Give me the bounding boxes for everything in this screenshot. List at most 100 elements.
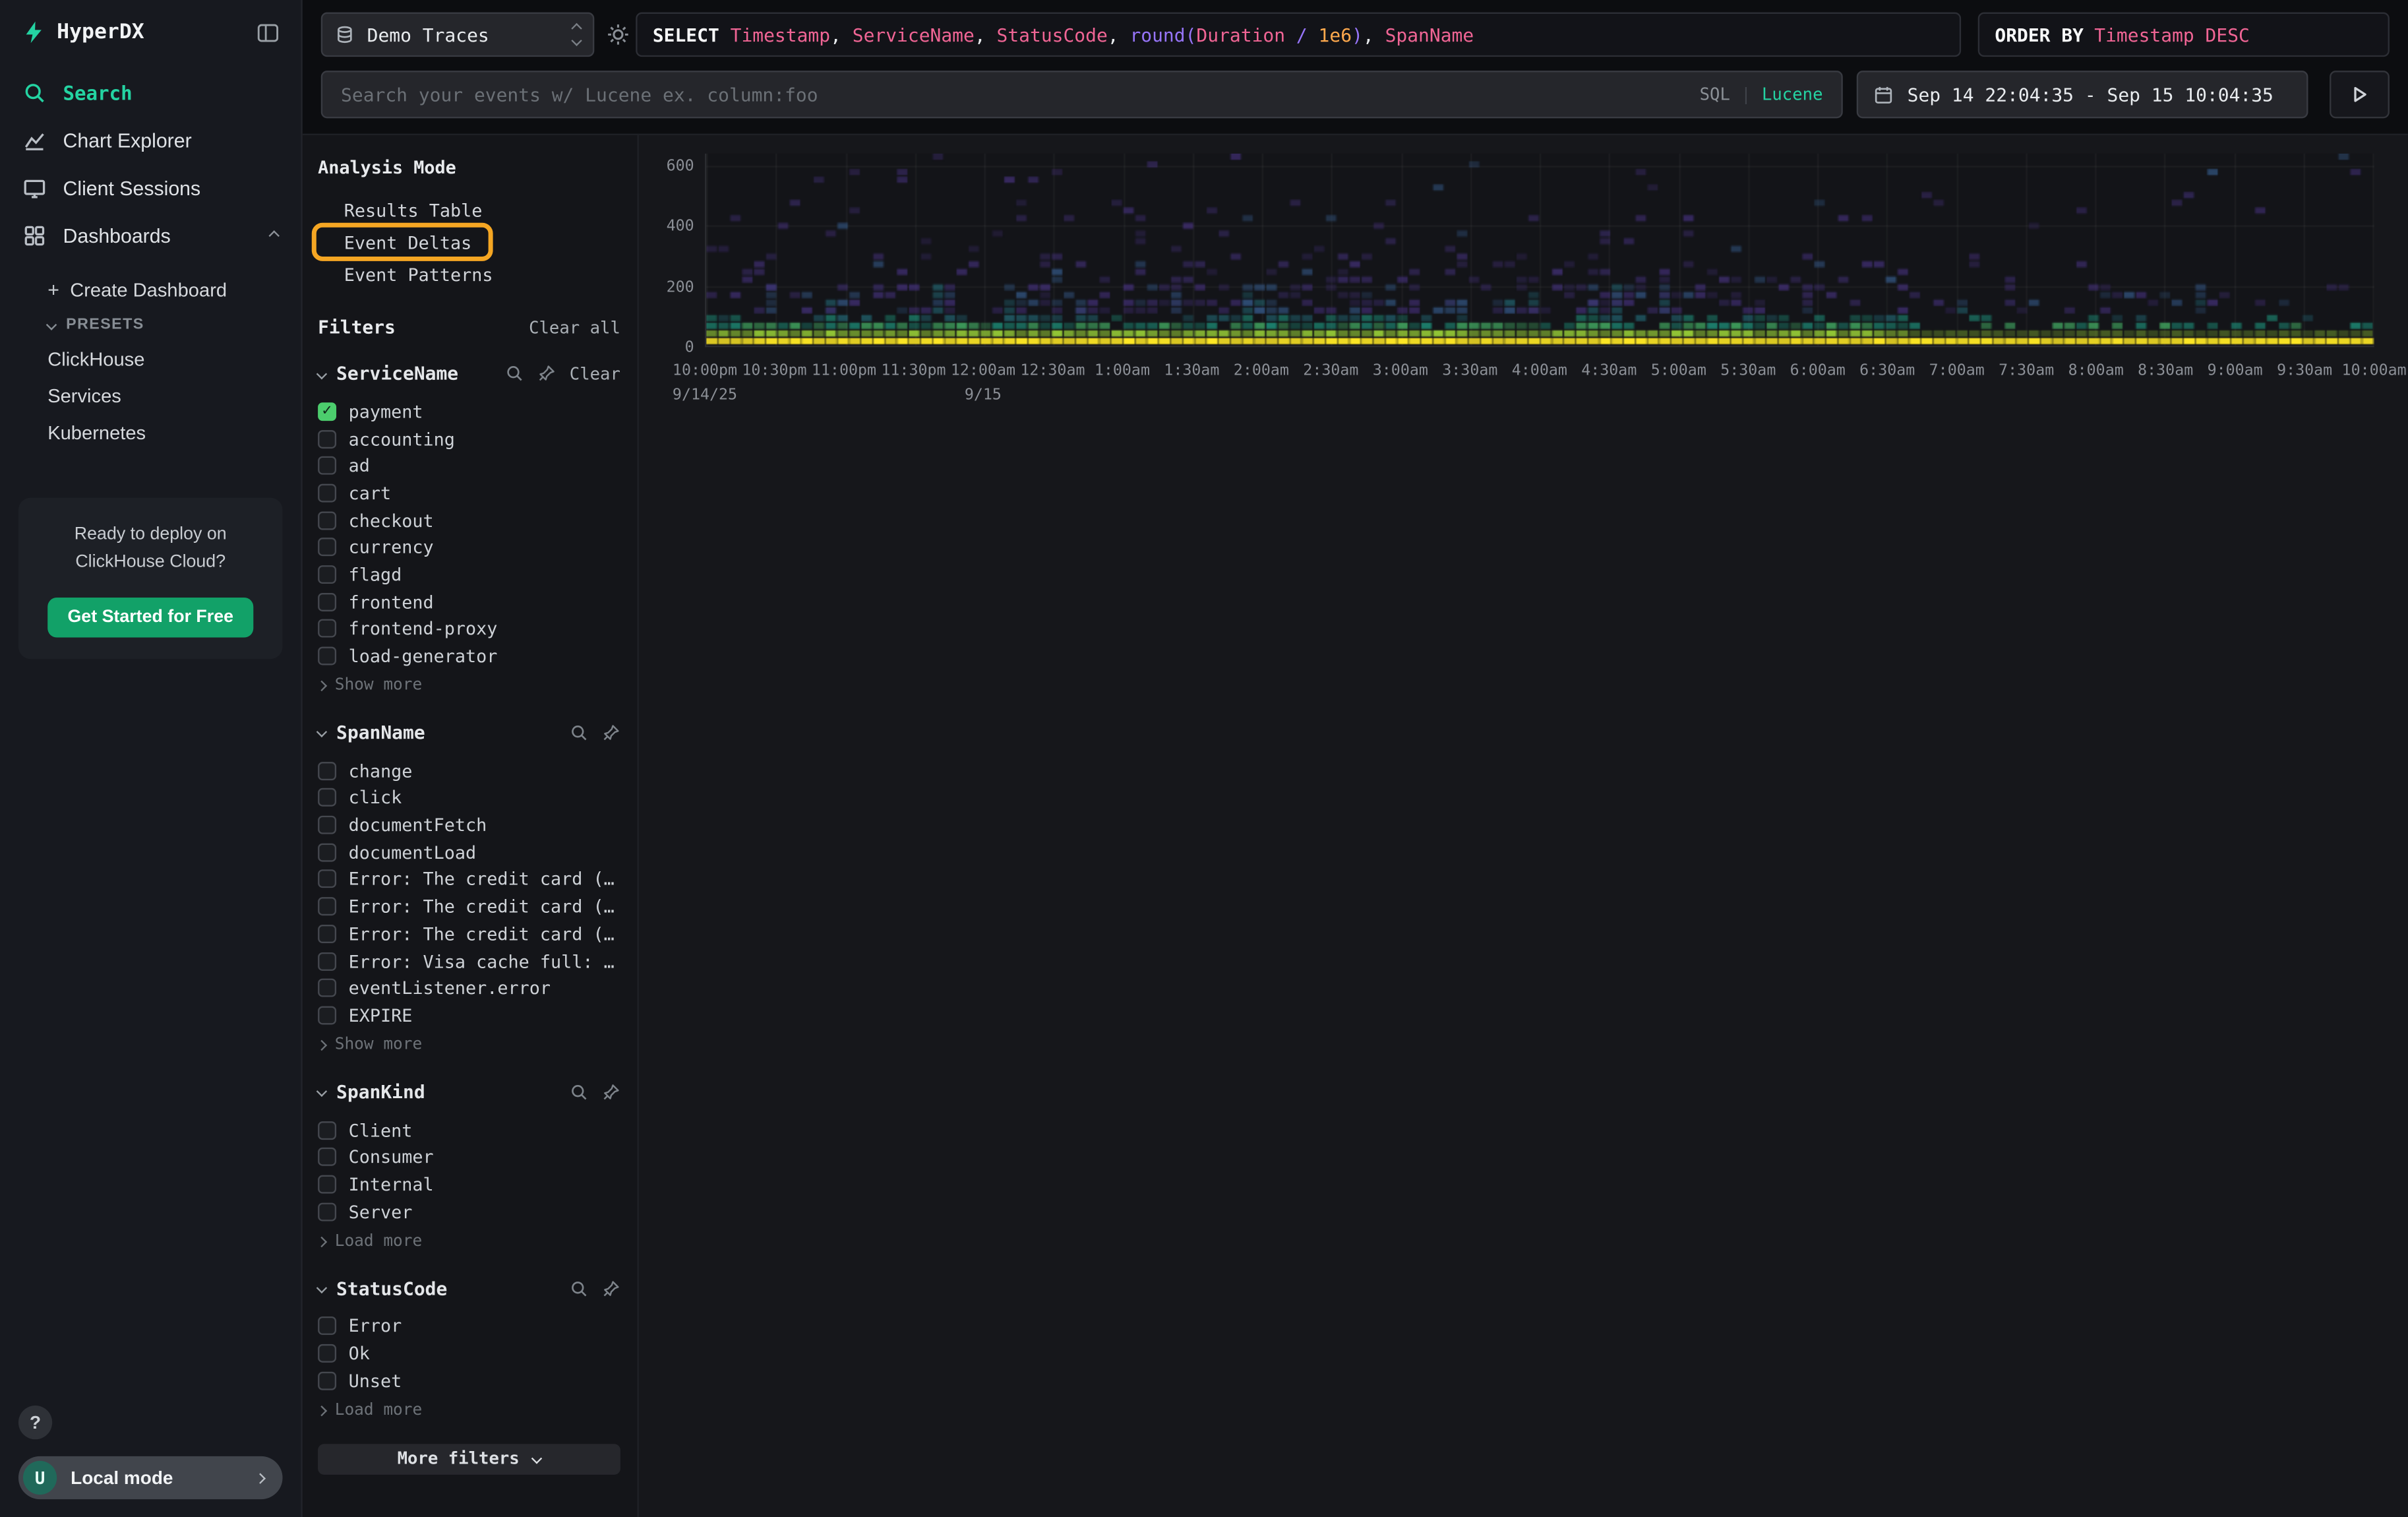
facet-clear-button[interactable]: Clear	[570, 363, 620, 383]
checkbox-unchecked[interactable]	[318, 565, 336, 584]
checkbox-unchecked[interactable]	[318, 816, 336, 834]
facet-checkbox-item[interactable]: Error: The credit card (…	[318, 866, 620, 893]
facet-checkbox-item[interactable]: checkout	[318, 507, 620, 534]
sql-query-input[interactable]: SELECT Timestamp, ServiceName, StatusCod…	[636, 13, 1961, 57]
sql-mode-toggle[interactable]: SQL	[1700, 84, 1730, 104]
checkbox-checked[interactable]: ✓	[318, 402, 336, 421]
facet-show-more-button[interactable]: Show more	[318, 1032, 620, 1059]
facet-checkbox-item[interactable]: Ok	[318, 1340, 620, 1367]
checkbox-unchecked[interactable]	[318, 789, 336, 807]
run-query-button[interactable]	[2330, 71, 2390, 118]
checkbox-unchecked[interactable]	[318, 870, 336, 888]
checkbox-unchecked[interactable]	[318, 925, 336, 943]
facet-search-icon[interactable]	[570, 1279, 588, 1297]
presets-toggle[interactable]: PRESETS	[47, 309, 301, 341]
facet-show-more-button[interactable]: Show more	[318, 673, 620, 699]
date-range-picker[interactable]: Sep 14 22:04:35 - Sep 15 10:04:35	[1857, 71, 2308, 118]
sidebar-item-search[interactable]: Search	[0, 69, 301, 117]
checkbox-unchecked[interactable]	[318, 979, 336, 997]
facet-checkbox-item[interactable]: EXPIRE	[318, 1002, 620, 1029]
facet-checkbox-item[interactable]: Client	[318, 1117, 620, 1144]
facet-search-icon[interactable]	[505, 364, 524, 383]
help-button[interactable]: ?	[18, 1406, 52, 1439]
checkbox-unchecked[interactable]	[318, 592, 336, 611]
facet-search-icon[interactable]	[570, 724, 588, 742]
checkbox-unchecked[interactable]	[318, 1175, 336, 1194]
user-menu[interactable]: U Local mode	[18, 1456, 283, 1499]
checkbox-unchecked[interactable]	[318, 1202, 336, 1221]
collapse-sidebar-icon[interactable]	[256, 20, 280, 44]
get-started-button[interactable]: Get Started for Free	[47, 597, 253, 637]
facet-checkbox-item[interactable]: click	[318, 784, 620, 811]
facet-checkbox-item[interactable]: cart	[318, 480, 620, 507]
checkbox-unchecked[interactable]	[318, 619, 336, 638]
checkbox-unchecked[interactable]	[318, 1344, 336, 1363]
chevron-down-icon	[316, 368, 327, 379]
facet-search-icon[interactable]	[570, 1082, 588, 1101]
facet-checkbox-item[interactable]: Consumer	[318, 1144, 620, 1171]
lucene-mode-toggle[interactable]: Lucene	[1762, 84, 1823, 104]
checkbox-unchecked[interactable]	[318, 897, 336, 915]
checkbox-unchecked[interactable]	[318, 511, 336, 530]
source-select[interactable]: Demo Traces	[321, 13, 595, 57]
facet-checkbox-item[interactable]: Error	[318, 1313, 620, 1340]
mode-results-table[interactable]: Results Table	[318, 193, 620, 226]
facet-load-more-button[interactable]: Load more	[318, 1397, 620, 1423]
facet-header[interactable]: StatusCode	[318, 1274, 620, 1302]
facet-checkbox-item[interactable]: frontend-proxy	[318, 615, 620, 642]
facet-header[interactable]: ServiceNameClear	[318, 359, 620, 387]
facet-header[interactable]: SpanName	[318, 719, 620, 747]
checkbox-unchecked[interactable]	[318, 952, 336, 970]
mode-event-deltas[interactable]: Event Deltas	[318, 226, 620, 258]
checkbox-unchecked[interactable]	[318, 1148, 336, 1166]
facet-checkbox-item[interactable]: Server	[318, 1198, 620, 1225]
heatmap-canvas[interactable]	[705, 154, 2374, 347]
order-by-input[interactable]: ORDER BY Timestamp DESC	[1978, 13, 2390, 57]
checkbox-unchecked[interactable]	[318, 483, 336, 502]
facet-checkbox-item[interactable]: currency	[318, 534, 620, 561]
facet-checkbox-item[interactable]: eventListener.error	[318, 974, 620, 1001]
facet-checkbox-item[interactable]: ad	[318, 452, 620, 480]
facet-pin-icon[interactable]	[537, 364, 556, 383]
more-filters-button[interactable]: More filters	[318, 1443, 620, 1474]
facet-checkbox-item[interactable]: Internal	[318, 1171, 620, 1198]
checkbox-unchecked[interactable]	[318, 762, 336, 780]
sidebar-item-client-sessions[interactable]: Client Sessions	[0, 164, 301, 212]
sidebar-item-kubernetes[interactable]: Kubernetes	[47, 415, 301, 452]
checkbox-unchecked[interactable]	[318, 647, 336, 666]
facet-checkbox-item[interactable]: flagd	[318, 561, 620, 588]
checkbox-unchecked[interactable]	[318, 456, 336, 475]
sidebar-item-chart-explorer[interactable]: Chart Explorer	[0, 117, 301, 164]
sidebar-item-services[interactable]: Services	[47, 378, 301, 415]
sidebar-item-clickhouse[interactable]: ClickHouse	[47, 341, 301, 378]
mode-event-patterns[interactable]: Event Patterns	[318, 258, 620, 290]
facet-header[interactable]: SpanKind	[318, 1078, 620, 1105]
facet-checkbox-item[interactable]: documentLoad	[318, 838, 620, 865]
checkbox-unchecked[interactable]	[318, 429, 336, 448]
facet-pin-icon[interactable]	[602, 1279, 620, 1297]
checkbox-unchecked[interactable]	[318, 843, 336, 861]
facet-checkbox-item[interactable]: frontend	[318, 588, 620, 615]
facet-pin-icon[interactable]	[602, 724, 620, 742]
facet-checkbox-item[interactable]: change	[318, 757, 620, 784]
facet-checkbox-item[interactable]: Error: The credit card (…	[318, 893, 620, 920]
checkbox-unchecked[interactable]	[318, 1006, 336, 1024]
checkbox-unchecked[interactable]	[318, 538, 336, 557]
facet-checkbox-item[interactable]: load-generator	[318, 642, 620, 669]
checkbox-unchecked[interactable]	[318, 1317, 336, 1336]
facet-checkbox-item[interactable]: accounting	[318, 425, 620, 452]
checkbox-unchecked[interactable]	[318, 1121, 336, 1139]
sidebar-item-dashboards[interactable]: Dashboards	[0, 212, 301, 259]
facet-checkbox-item[interactable]: ✓payment	[318, 398, 620, 425]
facet-checkbox-item[interactable]: Unset	[318, 1367, 620, 1394]
facet-checkbox-item[interactable]: documentFetch	[318, 811, 620, 838]
checkbox-unchecked[interactable]	[318, 1371, 336, 1390]
settings-gear-icon[interactable]	[607, 23, 630, 46]
facet-checkbox-item[interactable]: Error: The credit card (…	[318, 920, 620, 947]
create-dashboard-button[interactable]: + Create Dashboard	[47, 272, 301, 309]
facet-load-more-button[interactable]: Load more	[318, 1228, 620, 1254]
facet-checkbox-item[interactable]: Error: Visa cache full: …	[318, 947, 620, 974]
lucene-search-input[interactable]: Search your events w/ Lucene ex. column:…	[321, 71, 1843, 118]
clear-all-button[interactable]: Clear all	[529, 317, 620, 337]
facet-pin-icon[interactable]	[602, 1082, 620, 1101]
